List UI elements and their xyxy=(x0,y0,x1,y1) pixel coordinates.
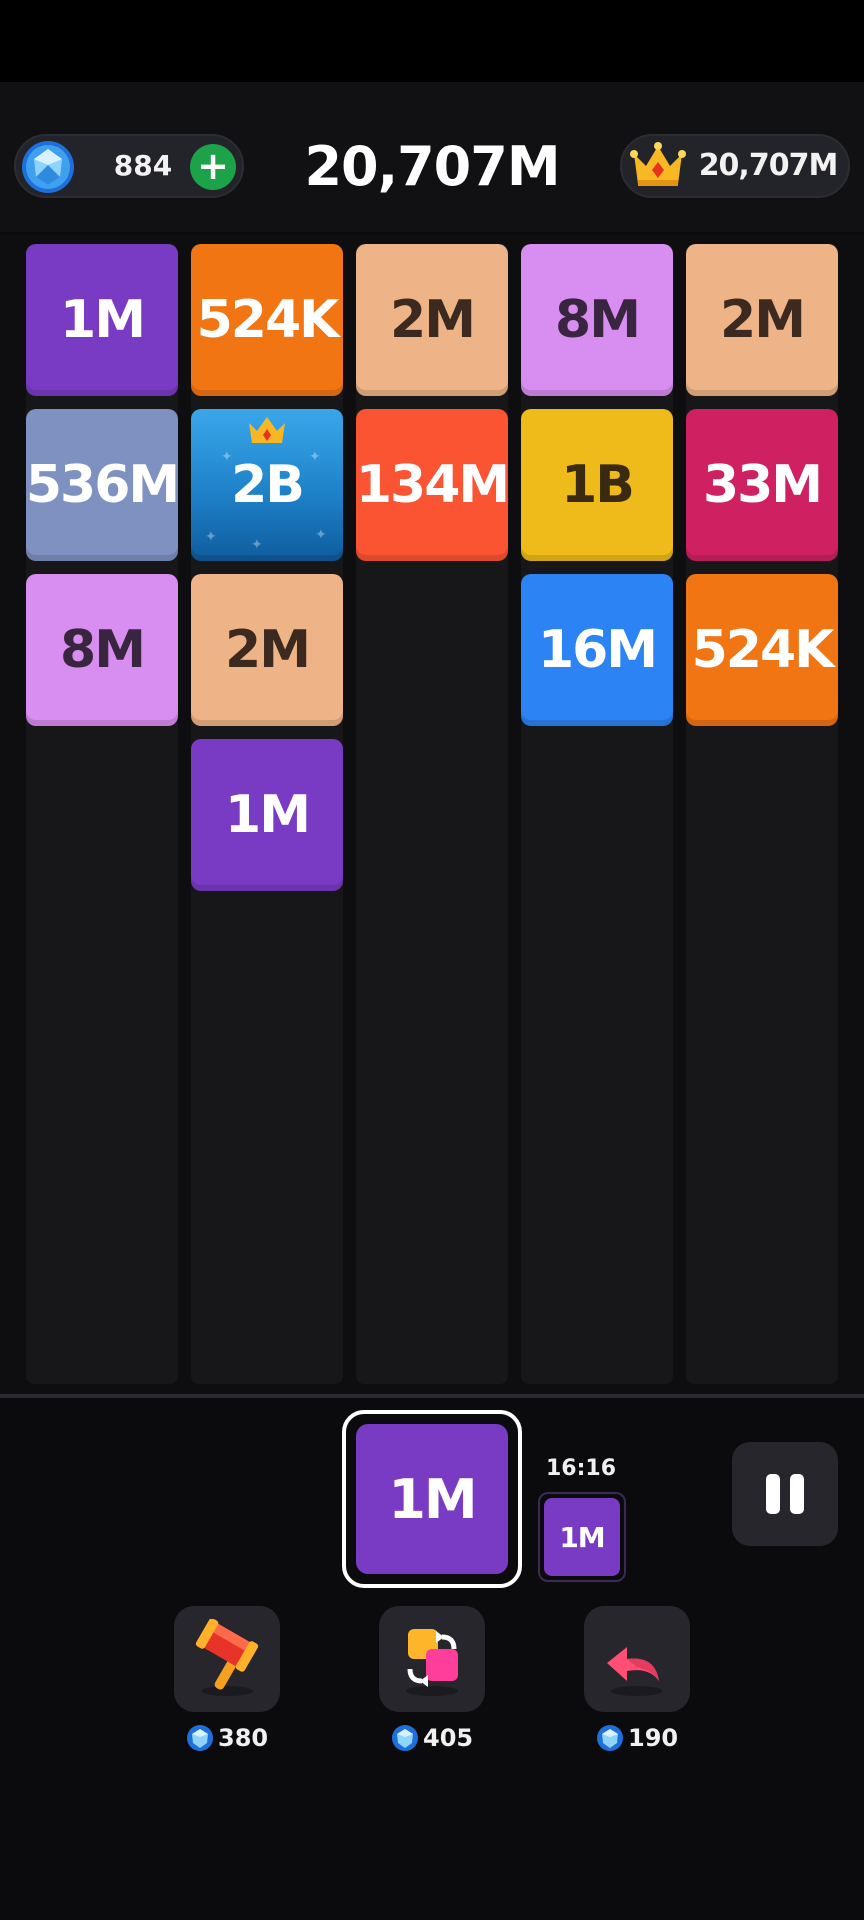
tile-label: 33M xyxy=(702,455,823,515)
gem-balance: 884 + xyxy=(14,134,244,198)
header: 884 + 20,707M 20,707M xyxy=(0,82,864,316)
tile-label: 2M xyxy=(390,290,476,350)
undo-cost: 190 xyxy=(578,1720,718,1756)
tile: 33M xyxy=(686,409,838,561)
status-bar xyxy=(0,0,864,82)
game-screen: 884 + 20,707M 20,707M 1M 536M 8M 524K ✦ ✦ ✦ ✦ ✦ 2… xyxy=(0,0,864,1920)
best-score-value: 20,707M xyxy=(698,148,839,183)
board-column-4[interactable]: 8M 1B 16M xyxy=(521,244,673,1384)
gem-icon xyxy=(22,141,74,193)
tile: 134M xyxy=(355,409,510,561)
next-tile-frame: 1M xyxy=(538,1492,626,1582)
add-gems-button[interactable]: + xyxy=(190,144,236,190)
swap-cost: 405 xyxy=(373,1720,513,1756)
tile: 8M xyxy=(521,244,673,396)
current-tile[interactable]: 1M xyxy=(356,1424,508,1574)
tile-label: 8M xyxy=(60,620,146,680)
hammer-powerup-button[interactable] xyxy=(174,1606,280,1712)
tile: 536M xyxy=(25,409,180,561)
gem-icon xyxy=(597,1725,623,1751)
hammer-icon xyxy=(195,1619,259,1696)
next-tile: 1M xyxy=(544,1498,620,1576)
gem-count: 884 xyxy=(113,149,173,182)
gem-icon xyxy=(392,1725,418,1751)
board-column-1[interactable]: 1M 536M 8M xyxy=(25,244,180,1384)
tile-label: 536M xyxy=(25,455,180,515)
undo-powerup-button[interactable] xyxy=(584,1606,690,1712)
board-column-5[interactable]: 2M 33M 524K xyxy=(686,244,838,1384)
tile-label: 134M xyxy=(355,455,510,515)
sparkle: ✦ xyxy=(315,527,327,543)
undo-icon xyxy=(607,1647,663,1696)
tile: 1B xyxy=(521,409,673,561)
tile: 524K xyxy=(686,574,838,726)
pause-button[interactable] xyxy=(732,1442,838,1546)
tile-label: 524K xyxy=(196,290,340,350)
tile: 16M xyxy=(521,574,673,726)
board-column-2[interactable]: 524K ✦ ✦ ✦ ✦ ✦ 2B 2M 1M xyxy=(191,244,343,1384)
tile: 1M xyxy=(26,244,178,396)
tile-label: 2M xyxy=(225,620,311,680)
tile: 2M xyxy=(191,574,343,726)
swap-cost-value: 405 xyxy=(423,1724,474,1752)
tile: 2M xyxy=(356,244,508,396)
pause-icon xyxy=(766,1474,780,1514)
board-divider xyxy=(0,1394,864,1398)
tile: 2M xyxy=(686,244,838,396)
tile-label: 2M xyxy=(720,290,806,350)
sparkle: ✦ xyxy=(309,449,321,465)
sparkle: ✦ xyxy=(221,449,233,465)
undo-cost-value: 190 xyxy=(628,1724,679,1752)
next-tile-timer: 16:16 xyxy=(545,1456,617,1481)
crown-icon xyxy=(630,142,686,186)
tile-label: 16M xyxy=(537,620,658,680)
gem-icon xyxy=(187,1725,213,1751)
tile: 1M xyxy=(191,739,343,891)
sparkle: ✦ xyxy=(205,529,217,545)
tile-crown-icon xyxy=(249,417,285,443)
tile-label: 1M xyxy=(225,785,311,845)
swap-icon xyxy=(406,1629,458,1696)
game-board: 1M 536M 8M 524K ✦ ✦ ✦ ✦ ✦ 2B 2M 1M 2M 134M 8M 1B 16M 2M 33… xyxy=(0,234,864,1394)
swap-powerup-button[interactable] xyxy=(379,1606,485,1712)
tile-label: 524K xyxy=(691,620,835,680)
tile-label: 1B xyxy=(561,455,635,515)
pause-icon-bar xyxy=(790,1474,804,1514)
best-score: 20,707M xyxy=(620,134,850,198)
current-tile-label: 1M xyxy=(388,1467,477,1531)
tile-label: 1M xyxy=(60,290,146,350)
next-tile-label: 1M xyxy=(559,1520,605,1554)
current-score: 20,707M xyxy=(304,135,560,198)
tile: 524K xyxy=(191,244,343,396)
tile: 8M xyxy=(26,574,178,726)
tile-label: 8M xyxy=(555,290,641,350)
hammer-cost-value: 380 xyxy=(218,1724,269,1752)
tile: ✦ ✦ ✦ ✦ ✦ 2B xyxy=(191,409,343,561)
tile-label: 2B xyxy=(231,455,305,515)
current-tile-frame: 1M xyxy=(342,1410,522,1588)
hammer-cost: 380 xyxy=(168,1720,308,1756)
sparkle: ✦ xyxy=(251,537,263,553)
board-column-3[interactable]: 2M 134M xyxy=(355,244,510,1384)
